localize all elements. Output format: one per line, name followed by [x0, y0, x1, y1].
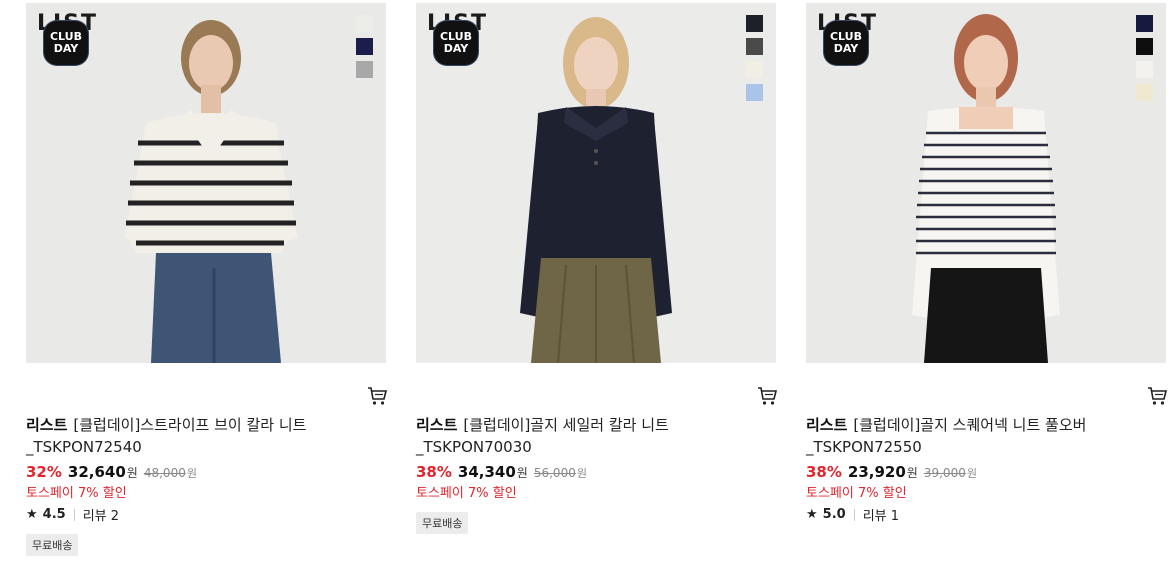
price-unit: 원 [516, 466, 528, 480]
color-swatch[interactable] [356, 61, 373, 78]
product-brand: 리스트 [416, 416, 458, 434]
price-unit: 원 [906, 466, 918, 480]
discount-rate: 38% [416, 463, 452, 481]
product-image[interactable]: LIST CLUB DAY [416, 3, 776, 363]
product-title[interactable]: 리스트 [클럽데이]골지 세일러 칼라 니트 _TSKPON70030 [416, 414, 761, 458]
product-code: _TSKPON72540 [26, 438, 142, 456]
color-swatch[interactable] [356, 15, 373, 32]
rating-row: ★ 5.0 리뷰 1 [806, 505, 899, 524]
divider [73, 508, 75, 521]
sale-price: 32,640 [67, 463, 126, 481]
product-code: _TSKPON72550 [806, 438, 922, 456]
promo-text: 토스페이 7% 할인 [416, 486, 517, 501]
rating-score: 5.0 [822, 507, 846, 522]
product-brand: 리스트 [26, 416, 68, 434]
price-row: 38% 34,340원 56,000원 [416, 463, 587, 481]
color-swatches [746, 15, 764, 107]
original-price: 56,000 [533, 466, 576, 480]
color-swatch[interactable] [1136, 84, 1153, 101]
original-price-unit: 원 [966, 467, 977, 480]
sale-price: 34,340 [457, 463, 516, 481]
star-icon: ★ [806, 507, 818, 522]
review-count[interactable]: 리뷰 1 [863, 505, 899, 524]
rating-row: ★ 4.5 리뷰 2 [26, 505, 119, 524]
color-swatch[interactable] [356, 38, 373, 55]
product-title[interactable]: 리스트 [클럽데이]스트라이프 브이 칼라 니트 _TSKPON72540 [26, 414, 371, 458]
product-title[interactable]: 리스트 [클럽데이]골지 스퀘어넥 니트 풀오버 _TSKPON72550 [806, 414, 1151, 458]
product-name: [클럽데이]골지 스퀘어넥 니트 풀오버 [853, 416, 1087, 434]
product-brand: 리스트 [806, 416, 848, 434]
promo-text: 토스페이 7% 할인 [26, 486, 127, 501]
free-shipping-tag: 무료배송 [416, 512, 469, 534]
original-price-unit: 원 [576, 467, 587, 480]
promo-text: 토스페이 7% 할인 [806, 486, 907, 501]
original-price: 39,000 [923, 466, 966, 480]
color-swatch[interactable] [746, 15, 763, 32]
color-swatch[interactable] [1136, 61, 1153, 78]
cart-icon[interactable] [1146, 385, 1168, 407]
price-row: 32% 32,640원 48,000원 [26, 463, 197, 481]
free-shipping-tag: 무료배송 [26, 534, 79, 556]
club-day-badge: CLUB DAY [43, 20, 89, 66]
badge-line: DAY [443, 42, 469, 55]
product-image[interactable]: LIST CLUB DAY [26, 3, 386, 363]
review-count[interactable]: 리뷰 2 [83, 505, 119, 524]
product-code: _TSKPON70030 [416, 438, 532, 456]
club-day-badge: CLUB DAY [433, 20, 479, 66]
color-swatch[interactable] [746, 38, 763, 55]
cart-icon[interactable] [756, 385, 778, 407]
club-day-badge: CLUB DAY [823, 20, 869, 66]
color-swatch[interactable] [746, 84, 763, 101]
original-price-unit: 원 [186, 467, 197, 480]
color-swatch[interactable] [1136, 38, 1153, 55]
color-swatches [356, 15, 374, 84]
color-swatch[interactable] [1136, 15, 1153, 32]
product-name: [클럽데이]스트라이프 브이 칼라 니트 [73, 416, 307, 434]
price-unit: 원 [126, 466, 138, 480]
rating-score: 4.5 [42, 507, 66, 522]
color-swatches [1136, 15, 1154, 107]
original-price: 48,000 [143, 466, 186, 480]
product-image[interactable]: LIST CLUB DAY [806, 3, 1166, 363]
discount-rate: 38% [806, 463, 842, 481]
cart-icon[interactable] [366, 385, 388, 407]
badge-line: DAY [833, 42, 859, 55]
discount-rate: 32% [26, 463, 62, 481]
divider [853, 508, 855, 521]
sale-price: 23,920 [847, 463, 906, 481]
badge-line: DAY [53, 42, 79, 55]
price-row: 38% 23,920원 39,000원 [806, 463, 977, 481]
color-swatch[interactable] [746, 61, 763, 78]
product-name: [클럽데이]골지 세일러 칼라 니트 [463, 416, 669, 434]
star-icon: ★ [26, 507, 38, 522]
